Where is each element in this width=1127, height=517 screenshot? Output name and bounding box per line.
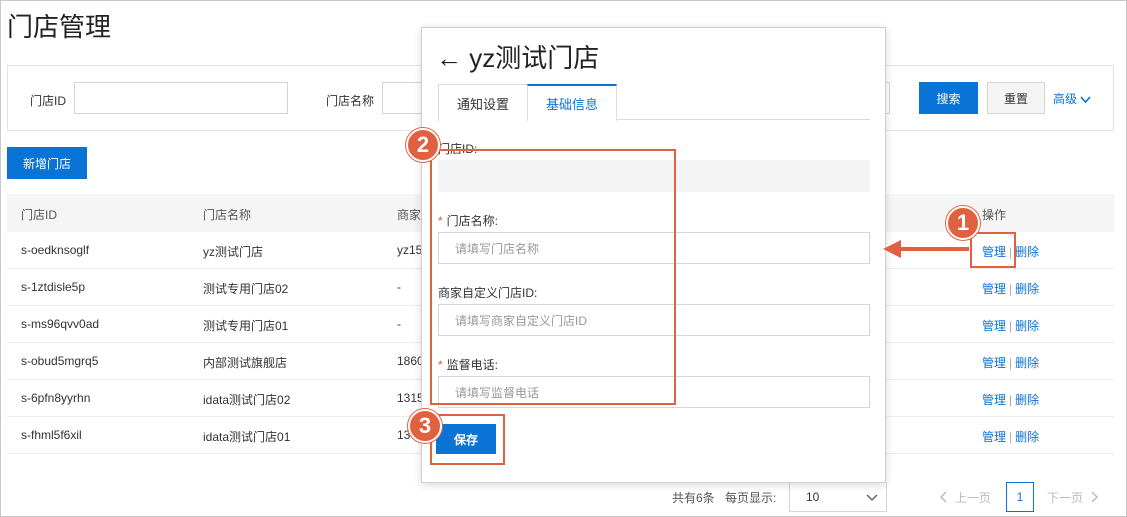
manage-link[interactable]: 管理 <box>982 282 1006 296</box>
prev-page-button[interactable]: 上一页 <box>939 483 991 511</box>
cell-store-id: s-ms96qvv0ad <box>21 317 100 331</box>
delete-link[interactable]: 删除 <box>1015 282 1039 296</box>
page-title: 门店管理 <box>7 12 112 42</box>
delete-link[interactable]: 删除 <box>1015 393 1039 407</box>
advanced-label: 高级 <box>1053 92 1078 106</box>
store-name-filter-label: 门店名称 <box>326 94 375 108</box>
new-store-button[interactable]: 新增门店 <box>7 147 87 179</box>
tab-basic-info[interactable]: 基础信息 <box>527 84 617 121</box>
annotation-box-form <box>430 149 676 405</box>
page-number-current[interactable]: 1 <box>1006 482 1034 512</box>
chevron-right-icon <box>1091 491 1099 503</box>
panel-title: yz测试门店 <box>469 43 600 73</box>
chevron-down-icon <box>1080 96 1091 104</box>
chevron-left-icon <box>939 491 947 503</box>
cell-store-id: s-1ztdisle5p <box>21 280 86 294</box>
store-id-filter-input[interactable] <box>74 82 288 114</box>
chevron-down-icon <box>866 494 878 502</box>
panel-header: ← yz测试门店 <box>436 38 599 75</box>
page-size-value: 10 <box>806 490 820 504</box>
prev-page-label: 上一页 <box>955 490 992 505</box>
cell-store-name: 测试专用门店02 <box>203 282 289 296</box>
back-arrow-icon[interactable]: ← <box>436 43 462 73</box>
cell-merchant: yz15 <box>397 243 423 257</box>
manage-link[interactable]: 管理 <box>982 356 1006 370</box>
step-badge-1: 1 <box>946 206 980 240</box>
annotation-box-manage <box>970 232 1016 268</box>
cell-merchant: - <box>397 317 401 331</box>
cell-merchant: 1860 <box>397 354 424 368</box>
arrow-left-icon <box>883 240 969 258</box>
panel-tabs: 通知设置 基础信息 <box>438 84 870 121</box>
cell-store-name: 测试专用门店01 <box>203 319 289 333</box>
delete-link[interactable]: 删除 <box>1015 430 1039 444</box>
th-merchant: 商家 <box>397 208 422 222</box>
th-store-id: 门店ID <box>21 208 58 222</box>
cell-store-id: s-fhml5f6xil <box>21 428 82 442</box>
manage-link[interactable]: 管理 <box>982 319 1006 333</box>
cell-store-id: s-6pfn8yyrhn <box>21 391 91 405</box>
manage-link[interactable]: 管理 <box>982 430 1006 444</box>
cell-store-id: s-oedknsoglf <box>21 243 90 257</box>
delete-link[interactable]: 删除 <box>1015 319 1039 333</box>
next-page-button[interactable]: 下一页 <box>1047 483 1099 511</box>
manage-link[interactable]: 管理 <box>982 393 1006 407</box>
cell-merchant: - <box>397 280 401 294</box>
tab-notification-settings[interactable]: 通知设置 <box>438 84 528 121</box>
cell-store-name: idata测试门店01 <box>203 430 291 444</box>
search-button[interactable]: 搜索 <box>919 82 978 114</box>
reset-button[interactable]: 重置 <box>987 82 1045 114</box>
cell-merchant: 1315 <box>397 391 424 405</box>
advanced-toggle[interactable]: 高级 <box>1053 90 1091 107</box>
th-operations: 操作 <box>982 208 1007 222</box>
th-store-name: 门店名称 <box>203 208 252 222</box>
delete-link[interactable]: 删除 <box>1015 245 1039 259</box>
delete-link[interactable]: 删除 <box>1015 356 1039 370</box>
store-id-filter-label: 门店ID <box>30 94 67 108</box>
page-size-label: 每页显示: <box>725 491 777 505</box>
total-count: 共有6条 <box>672 491 715 505</box>
cell-store-name: idata测试门店02 <box>203 393 291 407</box>
step-badge-3: 3 <box>408 409 442 443</box>
cell-store-id: s-obud5mgrq5 <box>21 354 99 368</box>
next-page-label: 下一页 <box>1047 490 1084 505</box>
cell-store-name: yz测试门店 <box>203 245 264 259</box>
page-size-select[interactable]: 10 <box>789 482 887 512</box>
cell-store-name: 内部测试旗舰店 <box>203 356 288 370</box>
step-badge-2: 2 <box>406 128 440 162</box>
